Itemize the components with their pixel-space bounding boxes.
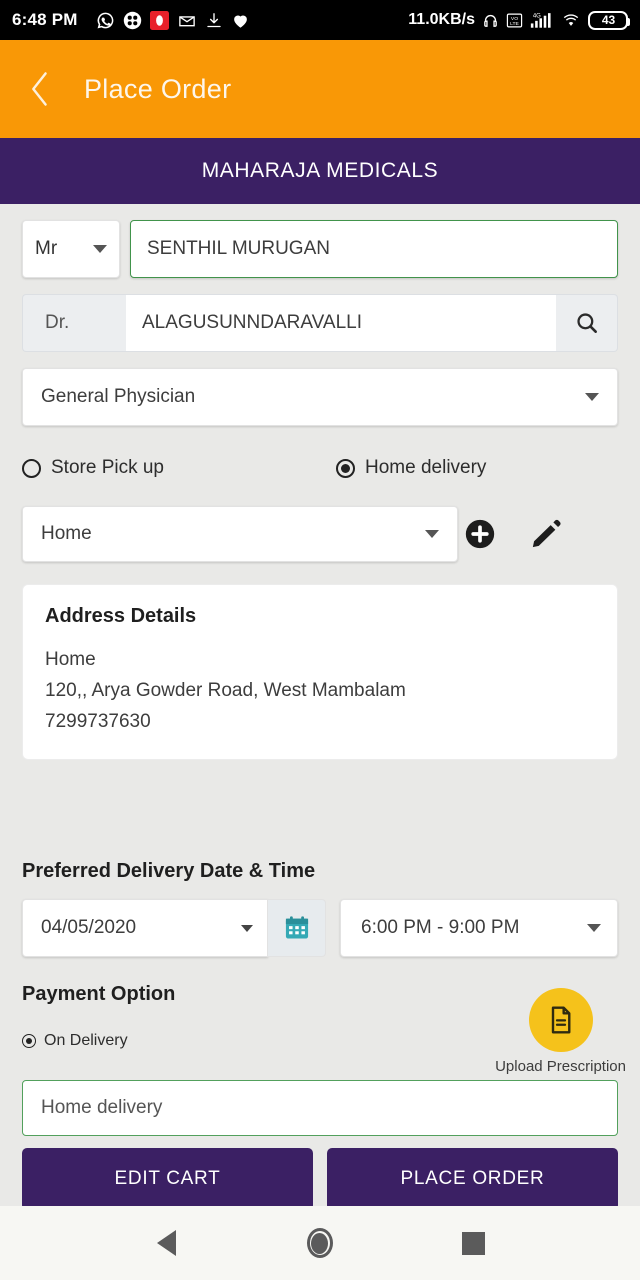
search-icon [576, 313, 597, 333]
action-buttons: EDIT CART PLACE ORDER [22, 1148, 618, 1206]
address-street: 120,, Arya Gowder Road, West Mambalam [45, 680, 406, 701]
wifi-icon [561, 12, 581, 29]
square-recents-icon [461, 1231, 485, 1255]
back-button[interactable] [20, 69, 60, 109]
upload-prescription-button[interactable] [528, 988, 593, 1052]
radio-home-delivery-label: Home delivery [365, 457, 487, 478]
radio-on-delivery-label: On Delivery [44, 1032, 128, 1049]
order-form: Mr SENTHIL MURUGAN Dr. ALAGUSUNNDARAVALL… [0, 204, 640, 1206]
whatsapp-icon [96, 11, 115, 30]
upload-prescription-label: Upload Prescription [495, 1058, 626, 1075]
calendar-icon [285, 916, 308, 939]
address-label: Home [45, 649, 96, 670]
salutation-select[interactable]: Mr [22, 220, 120, 278]
app-bar: Place Order [0, 40, 640, 138]
status-bar-right: 11.0KB/s VO LTE 4G 43 [408, 10, 630, 30]
svg-text:LTE: LTE [510, 21, 519, 27]
address-details-heading: Address Details [45, 605, 197, 627]
specialty-select[interactable]: General Physician [22, 368, 618, 426]
edit-cart-button[interactable]: EDIT CART [22, 1148, 313, 1206]
store-banner: MAHARAJA MEDICALS [0, 138, 640, 204]
doctor-row: Dr. ALAGUSUNNDARAVALLI [22, 294, 618, 352]
payment-option-group: On Delivery Upload Prescription [22, 988, 626, 1075]
nav-home-button[interactable] [292, 1215, 348, 1271]
radio-store-pickup[interactable]: Store Pick up [22, 457, 164, 479]
order-note-input[interactable]: Home delivery [22, 1080, 618, 1136]
mail-icon [177, 11, 197, 30]
volte-icon: VO LTE [506, 12, 523, 29]
status-bar: 6:48 PM 11.0KB/s VO LTE 4G 43 [0, 0, 640, 40]
salutation-value: Mr [35, 238, 58, 259]
order-note-value: Home delivery [41, 1097, 163, 1118]
download-icon [205, 11, 223, 30]
patient-name-value: SENTHIL MURUGAN [147, 238, 330, 259]
chevron-down-icon [425, 530, 439, 538]
chevron-down-icon [93, 245, 107, 253]
upload-prescription: Upload Prescription [495, 988, 626, 1075]
radio-home-delivery-indicator [336, 458, 355, 478]
doctor-name-input[interactable]: ALAGUSUNNDARAVALLI [126, 294, 556, 352]
radio-home-delivery[interactable]: Home delivery [336, 457, 486, 479]
radio-store-pickup-indicator [22, 458, 41, 478]
doctor-prefix-label: Dr. [22, 294, 126, 352]
calendar-picker-button[interactable] [268, 899, 326, 957]
radio-store-pickup-label: Store Pick up [51, 457, 164, 478]
address-details-card: Address Details Home 120,, Arya Gowder R… [22, 584, 618, 760]
delivery-date-value: 04/05/2020 [41, 917, 137, 938]
android-nav-bar [0, 1206, 640, 1280]
pencil-icon [532, 519, 561, 548]
document-icon [551, 1006, 571, 1034]
address-select[interactable]: Home [22, 506, 458, 562]
battery-level-label: 43 [601, 13, 616, 27]
store-name: MAHARAJA MEDICALS [201, 159, 439, 182]
place-order-button[interactable]: PLACE ORDER [327, 1148, 618, 1206]
page-title: Place Order [84, 73, 232, 104]
delivery-date-select[interactable]: 04/05/2020 [22, 899, 268, 957]
delivery-datetime-heading: Preferred Delivery Date & Time [22, 860, 316, 882]
radio-on-delivery-indicator [22, 1034, 36, 1048]
heart-icon [231, 11, 250, 30]
triangle-back-icon [157, 1230, 177, 1256]
network-speed-label: 11.0KB/s [408, 11, 475, 28]
svg-text:VO: VO [511, 15, 518, 21]
status-bar-left: 6:48 PM [12, 10, 250, 30]
chevron-down-icon [241, 924, 253, 932]
four-dot-icon [123, 11, 142, 30]
delivery-datetime-row: 04/05/2020 6:00 PM - 9:00 PM [22, 899, 618, 957]
battery-indicator: 43 [588, 10, 630, 30]
nav-back-button[interactable] [139, 1215, 195, 1271]
specialty-value: General Physician [41, 386, 196, 407]
headset-icon [482, 12, 499, 29]
opera-icon [149, 10, 169, 30]
patient-name-row: Mr SENTHIL MURUGAN [22, 220, 618, 278]
address-phone: 7299737630 [45, 711, 151, 732]
address-select-value: Home [41, 523, 92, 544]
chevron-left-icon [32, 72, 47, 106]
plus-circle-icon [465, 519, 495, 549]
patient-name-input[interactable]: SENTHIL MURUGAN [130, 220, 618, 278]
address-select-row: Home [22, 506, 618, 562]
radio-on-delivery[interactable]: On Delivery [22, 1032, 128, 1050]
add-address-button[interactable] [458, 512, 502, 556]
circle-home-icon [306, 1228, 333, 1258]
delivery-mode-group: Store Pick up Home delivery [22, 452, 618, 484]
edit-address-button[interactable] [524, 512, 568, 556]
app-screen: 6:48 PM 11.0KB/s VO LTE 4G 43 Place Orde… [0, 0, 640, 1280]
doctor-name-value: ALAGUSUNNDARAVALLI [142, 312, 362, 333]
doctor-search-button[interactable] [556, 294, 618, 352]
chevron-down-icon [585, 393, 599, 401]
delivery-time-value: 6:00 PM - 9:00 PM [361, 917, 520, 938]
delivery-time-select[interactable]: 6:00 PM - 9:00 PM [340, 899, 618, 957]
chevron-down-icon [587, 924, 601, 932]
nav-recents-button[interactable] [445, 1215, 501, 1271]
status-bar-clock: 6:48 PM [12, 10, 78, 29]
signal-4g-icon: 4G [530, 11, 554, 29]
